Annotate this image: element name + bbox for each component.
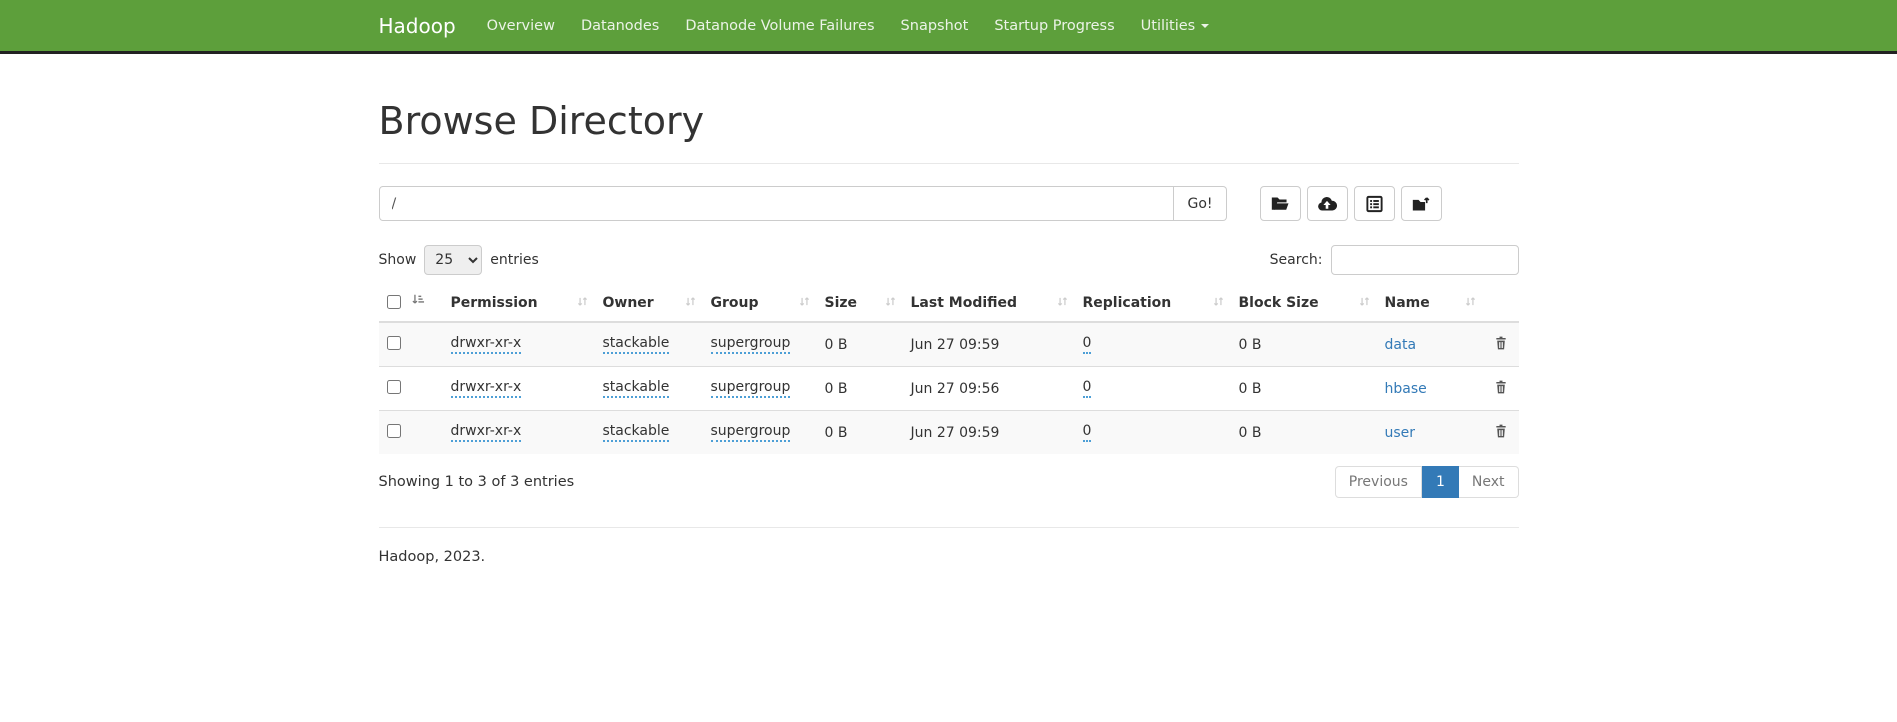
directory-link[interactable]: data — [1385, 337, 1417, 353]
owner-cell[interactable]: stackable — [603, 379, 670, 398]
show-label: Show — [379, 252, 417, 268]
permission-cell[interactable]: drwxr-xr-x — [451, 379, 522, 398]
last-modified-cell: Jun 27 09:59 — [911, 425, 1000, 441]
entries-info: Showing 1 to 3 of 3 entries — [379, 474, 575, 490]
trash-icon — [1494, 339, 1508, 354]
move-files-button[interactable] — [1401, 186, 1442, 221]
path-input-group: Go! — [379, 186, 1227, 221]
nav-item-datanodes[interactable]: Datanodes — [568, 0, 672, 51]
nav-item-overview[interactable]: Overview — [474, 0, 568, 51]
column-header-replication[interactable]: Replication — [1075, 287, 1231, 322]
nav-item-startup-progress[interactable]: Startup Progress — [981, 0, 1127, 51]
directory-link[interactable]: hbase — [1385, 381, 1427, 397]
sort-icon[interactable] — [576, 295, 589, 312]
table-row: drwxr-xr-x stackable supergroup 0 B Jun … — [379, 367, 1519, 411]
trash-icon — [1494, 383, 1508, 398]
search-label: Search: — [1270, 252, 1323, 268]
sort-icon[interactable] — [1464, 295, 1477, 312]
column-header-permission[interactable]: Permission — [443, 287, 595, 322]
delete-button[interactable] — [1492, 377, 1510, 400]
column-header-block-size[interactable]: Block Size — [1231, 287, 1377, 322]
column-header-name[interactable]: Name — [1377, 287, 1483, 322]
row-checkbox[interactable] — [387, 424, 401, 438]
nav-item-snapshot[interactable]: Snapshot — [888, 0, 982, 51]
title-divider — [379, 163, 1519, 164]
upload-files-button[interactable] — [1307, 186, 1348, 221]
block-size-cell: 0 B — [1239, 425, 1262, 441]
select-all-header[interactable] — [379, 287, 443, 322]
size-cell: 0 B — [825, 337, 848, 353]
go-button[interactable]: Go! — [1174, 186, 1226, 221]
previous-page-button[interactable]: Previous — [1335, 466, 1422, 498]
file-list-button[interactable] — [1354, 186, 1395, 221]
page-title: Browse Directory — [379, 99, 1519, 143]
search-input[interactable] — [1331, 245, 1519, 275]
page-1-button[interactable]: 1 — [1422, 466, 1459, 498]
replication-cell[interactable]: 0 — [1083, 335, 1092, 354]
group-cell[interactable]: supergroup — [711, 335, 791, 354]
group-cell[interactable]: supergroup — [711, 379, 791, 398]
entries-label: entries — [490, 252, 539, 268]
last-modified-cell: Jun 27 09:56 — [911, 381, 1000, 397]
sort-amount-icon[interactable] — [411, 293, 425, 311]
sort-icon[interactable] — [1358, 295, 1371, 312]
table-row: drwxr-xr-x stackable supergroup 0 B Jun … — [379, 322, 1519, 367]
folder-open-icon — [1270, 195, 1290, 213]
select-all-checkbox[interactable] — [387, 295, 401, 309]
sort-icon[interactable] — [798, 295, 811, 312]
row-checkbox[interactable] — [387, 380, 401, 394]
column-header-owner[interactable]: Owner — [595, 287, 703, 322]
trash-icon — [1494, 427, 1508, 442]
row-checkbox[interactable] — [387, 336, 401, 350]
footer-divider — [379, 527, 1519, 528]
permission-cell[interactable]: drwxr-xr-x — [451, 423, 522, 442]
owner-cell[interactable]: stackable — [603, 423, 670, 442]
pagination: Previous 1 Next — [1335, 466, 1519, 498]
size-cell: 0 B — [825, 381, 848, 397]
sort-icon[interactable] — [1056, 295, 1069, 312]
column-header-last-modified[interactable]: Last Modified — [903, 287, 1075, 322]
size-cell: 0 B — [825, 425, 848, 441]
caret-down-icon — [1201, 24, 1209, 28]
table-header-row: Permission Owner Group — [379, 287, 1519, 322]
page-size-select[interactable]: 25 — [424, 245, 482, 275]
column-header-group[interactable]: Group — [703, 287, 817, 322]
replication-cell[interactable]: 0 — [1083, 423, 1092, 442]
file-action-buttons — [1260, 186, 1442, 221]
directory-link[interactable]: user — [1385, 425, 1416, 441]
block-size-cell: 0 B — [1239, 381, 1262, 397]
list-alt-icon — [1365, 195, 1384, 213]
next-page-button[interactable]: Next — [1459, 466, 1519, 498]
block-size-cell: 0 B — [1239, 337, 1262, 353]
brand-hadoop[interactable]: Hadoop — [379, 14, 456, 38]
sort-icon[interactable] — [1212, 295, 1225, 312]
upload-icon — [1317, 195, 1337, 213]
group-cell[interactable]: supergroup — [711, 423, 791, 442]
delete-button[interactable] — [1492, 421, 1510, 444]
top-navbar: Hadoop Overview Datanodes Datanode Volum… — [0, 0, 1897, 54]
directory-path-input[interactable] — [379, 186, 1175, 221]
nav-item-datanode-volume-failures[interactable]: Datanode Volume Failures — [672, 0, 887, 51]
sort-icon[interactable] — [884, 295, 897, 312]
replication-cell[interactable]: 0 — [1083, 379, 1092, 398]
table-row: drwxr-xr-x stackable supergroup 0 B Jun … — [379, 411, 1519, 455]
nav-item-utilities-label: Utilities — [1141, 18, 1196, 34]
delete-button[interactable] — [1492, 333, 1510, 356]
permission-cell[interactable]: drwxr-xr-x — [451, 335, 522, 354]
folder-move-icon — [1411, 195, 1431, 213]
column-header-size[interactable]: Size — [817, 287, 903, 322]
directory-table: Permission Owner Group — [379, 287, 1519, 454]
column-header-actions — [1483, 287, 1519, 322]
create-directory-button[interactable] — [1260, 186, 1301, 221]
sort-icon[interactable] — [684, 295, 697, 312]
owner-cell[interactable]: stackable — [603, 335, 670, 354]
last-modified-cell: Jun 27 09:59 — [911, 337, 1000, 353]
footer-text: Hadoop, 2023. — [379, 549, 1519, 565]
nav-item-utilities-dropdown[interactable]: Utilities — [1128, 0, 1223, 51]
